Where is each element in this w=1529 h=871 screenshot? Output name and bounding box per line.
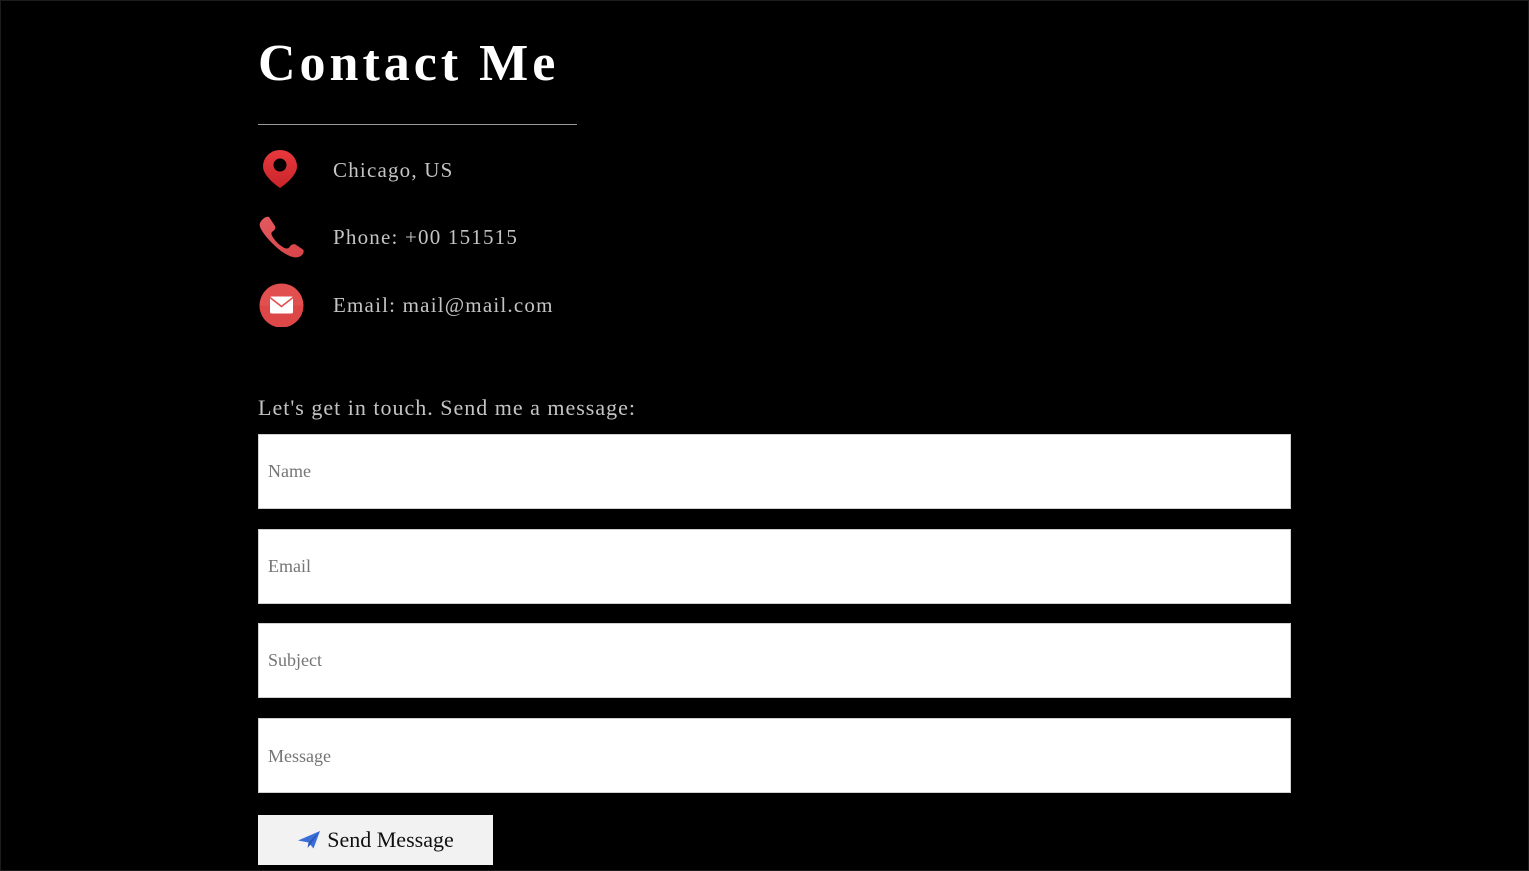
page-title: Contact Me (258, 35, 560, 92)
contact-phone: Phone: +00 151515 (258, 215, 758, 259)
contact-location: Chicago, US (258, 148, 758, 192)
message-input[interactable] (258, 718, 1291, 793)
location-text: Chicago, US (333, 158, 454, 182)
subject-input[interactable] (258, 623, 1291, 698)
paper-plane-icon (297, 830, 321, 850)
envelope-icon (258, 283, 306, 328)
send-message-label: Send Message (327, 827, 454, 852)
email-input[interactable] (258, 529, 1291, 604)
name-input[interactable] (258, 434, 1291, 509)
map-pin-icon (258, 148, 306, 192)
contact-email: Email: mail@mail.com (258, 283, 758, 328)
send-message-button[interactable]: Send Message (258, 815, 493, 865)
phone-icon (258, 215, 306, 259)
form-prompt: Let's get in touch. Send me a message: (258, 395, 636, 420)
email-text: Email: mail@mail.com (333, 293, 554, 317)
phone-text: Phone: +00 151515 (333, 225, 519, 249)
title-divider (258, 124, 577, 125)
